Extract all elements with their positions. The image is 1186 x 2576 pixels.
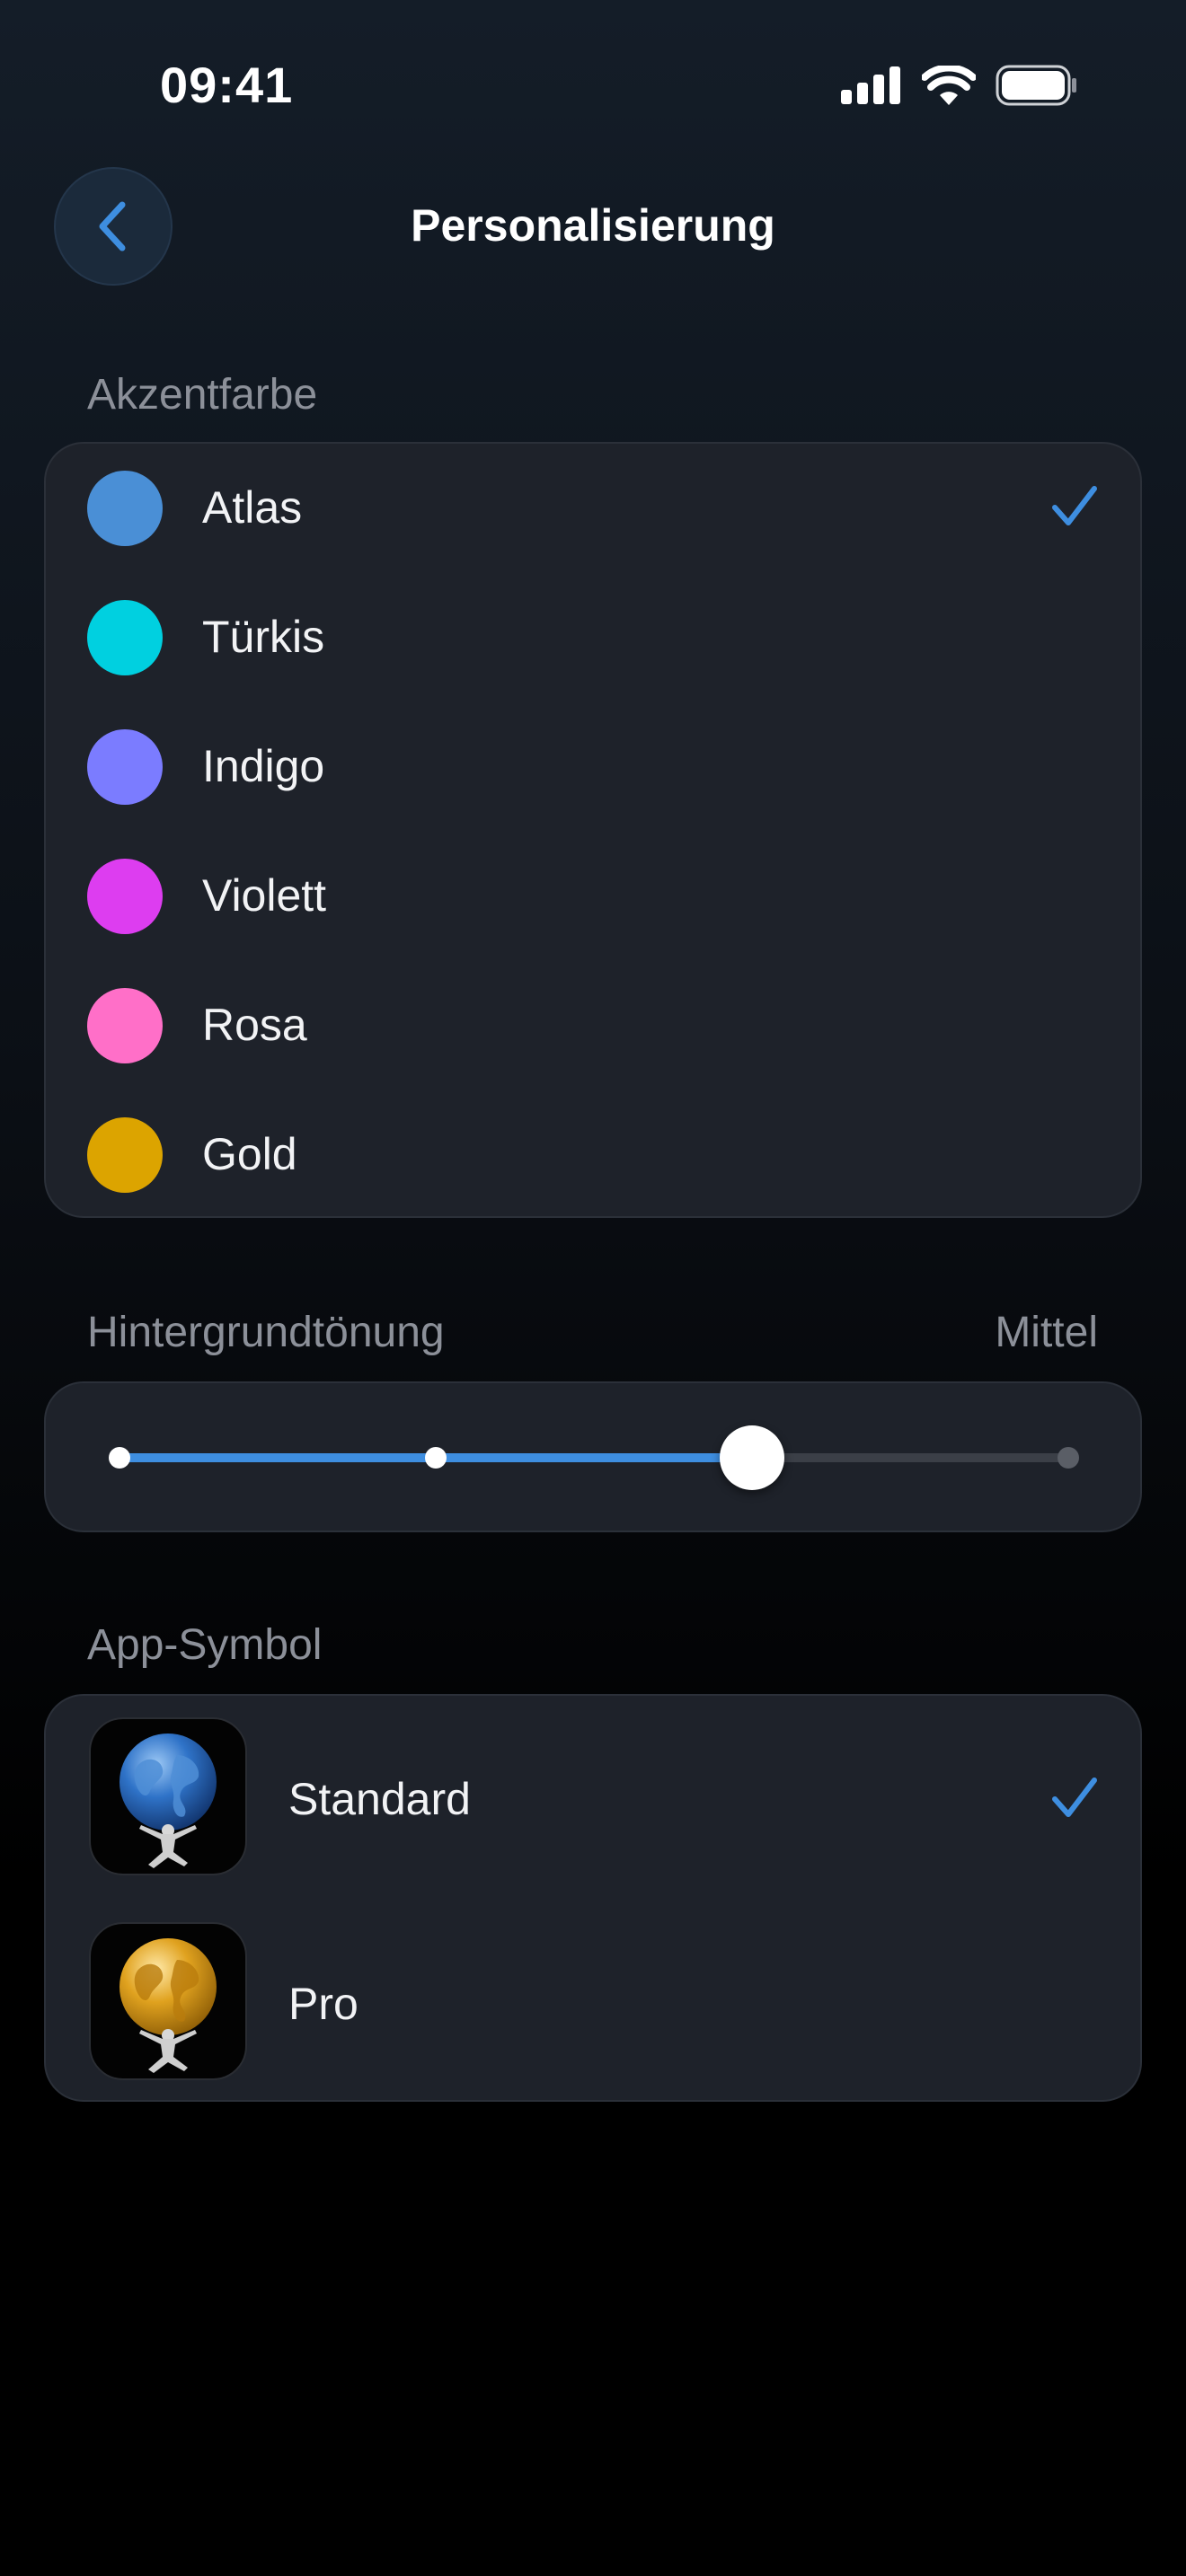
tint-step-dot[interactable] (425, 1447, 447, 1469)
tint-step-dot[interactable] (1058, 1447, 1079, 1469)
accent-row-rosa[interactable]: Rosa (46, 961, 1140, 1090)
color-swatch (87, 1117, 163, 1193)
tint-slider-card (44, 1381, 1142, 1532)
app-icon-list: Standard Pro (44, 1694, 1142, 2102)
app-icon-label: Standard (288, 1774, 471, 1824)
cellular-signal-icon (841, 66, 900, 104)
accent-label: Gold (202, 1129, 297, 1179)
accent-row-indigo[interactable]: Indigo (46, 702, 1140, 832)
atlas-gold-globe-icon (89, 1922, 247, 2080)
status-time: 09:41 (160, 57, 294, 113)
tint-value-label: Mittel (995, 1309, 1098, 1356)
accent-label: Atlas (202, 482, 303, 533)
app-icon-row-pro[interactable]: Pro (46, 1901, 1140, 2098)
accent-row-atlas[interactable]: Atlas (46, 444, 1140, 573)
battery-icon (996, 65, 1076, 106)
checkmark-icon (1052, 486, 1097, 525)
accent-row-gold[interactable]: Gold (46, 1090, 1140, 1220)
color-swatch (87, 859, 163, 934)
tint-slider-thumb[interactable] (720, 1425, 784, 1490)
color-swatch (87, 988, 163, 1063)
accent-row-turkis[interactable]: Türkis (46, 573, 1140, 702)
accent-label: Violett (202, 870, 327, 921)
wifi-icon (922, 66, 976, 105)
app-icon-section-label: App-Symbol (87, 1621, 323, 1669)
color-swatch (87, 729, 163, 805)
color-swatch (87, 600, 163, 675)
accent-label: Rosa (202, 1000, 307, 1050)
accent-color-list: Atlas Türkis Indigo Violett Rosa Gold (44, 442, 1142, 1218)
tint-slider-track[interactable] (119, 1453, 1068, 1462)
app-icon-row-standard[interactable]: Standard (46, 1696, 1140, 1893)
accent-label: Türkis (202, 612, 325, 662)
status-icons (841, 65, 1078, 106)
app-icon-label: Pro (288, 1979, 358, 2029)
accent-row-violett[interactable]: Violett (46, 832, 1140, 961)
atlas-globe-icon (89, 1717, 247, 1875)
tint-step-dot[interactable] (109, 1447, 130, 1469)
tint-section-label: Hintergrundtönung (87, 1309, 445, 1356)
color-swatch (87, 471, 163, 546)
accent-section-label: Akzentfarbe (87, 371, 318, 419)
accent-label: Indigo (202, 741, 325, 791)
checkmark-icon (1052, 1778, 1097, 1817)
page-title: Personalisierung (411, 200, 775, 251)
